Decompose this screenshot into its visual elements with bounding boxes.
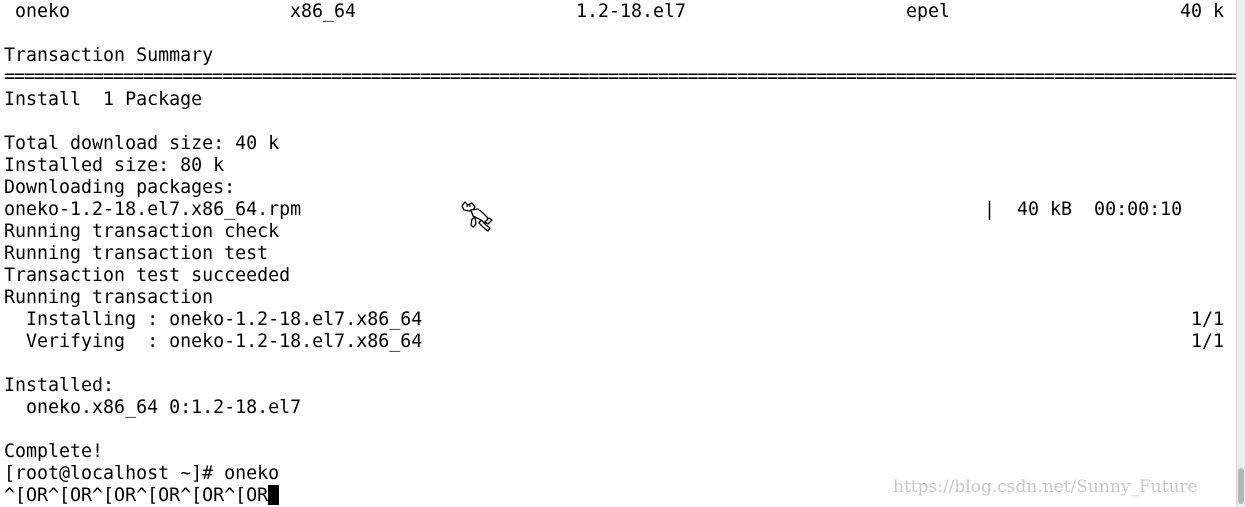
transaction-summary-heading: Transaction Summary [4, 45, 214, 66]
pkg-version: 1.2-18.el7 [576, 1, 687, 22]
scrollbar-thumb[interactable] [1238, 468, 1244, 504]
pkg-repo: epel [906, 1, 951, 22]
installing-line: Installing : oneko-1.2-18.el7.x86_64 [4, 309, 423, 330]
installed-size-line: Installed size: 80 k [4, 155, 225, 176]
shell-prompt-line: [root@localhost ~]# oneko [4, 463, 280, 484]
vertical-scrollbar[interactable] [1236, 0, 1245, 507]
pkg-arch: x86_64 [290, 1, 357, 22]
installed-package-line: oneko.x86_64 0:1.2-18.el7 [4, 397, 302, 418]
total-download-line: Total download size: 40 k [4, 133, 280, 154]
separator-line: ========================================… [4, 66, 1237, 87]
transaction-test-ok-line: Transaction test succeeded [4, 265, 291, 286]
downloading-line: Downloading packages: [4, 177, 236, 198]
transaction-check-line: Running transaction check [4, 221, 280, 242]
pkg-name: oneko [15, 1, 71, 22]
input-line[interactable]: ^[OR^[OR^[OR^[OR^[OR^[OR [4, 485, 280, 507]
complete-line: Complete! [4, 441, 104, 462]
verifying-count: 1/1 [1190, 331, 1224, 352]
verifying-line: Verifying : oneko-1.2-18.el7.x86_64 [4, 331, 423, 352]
terminal-window[interactable]: oneko x86_64 1.2-18.el7 epel 40 k Transa… [0, 0, 1237, 507]
rpm-progress: | 40 kB 00:00:10 [984, 199, 1183, 220]
running-transaction-line: Running transaction [4, 287, 214, 308]
transaction-test-line: Running transaction test [4, 243, 269, 264]
rpm-file-line: oneko-1.2-18.el7.x86_64.rpm [4, 199, 302, 220]
oneko-cat-icon [461, 201, 493, 232]
install-count-line: Install 1 Package [4, 89, 203, 110]
watermark-url: https://blog.csdn.net/Sunny_Future [893, 477, 1198, 497]
text-cursor [268, 485, 280, 505]
installing-count: 1/1 [1190, 309, 1224, 330]
pkg-size: 40 k [1179, 1, 1224, 22]
input-text: ^[OR^[OR^[OR^[OR^[OR^[OR [4, 485, 269, 506]
installed-heading: Installed: [4, 375, 115, 396]
